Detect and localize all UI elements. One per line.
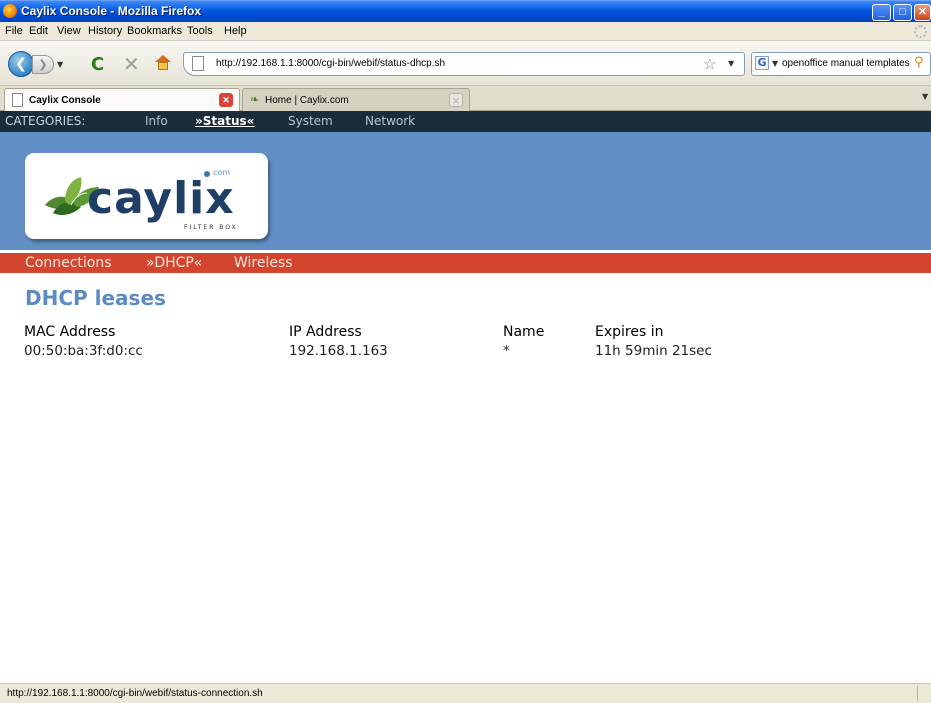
column-header-mac: MAC Address bbox=[24, 324, 116, 340]
search-engine-dropdown-icon[interactable]: ▼ bbox=[772, 59, 778, 68]
logo-tagline: FILTER BOX bbox=[184, 224, 238, 231]
subnav-connections[interactable]: Connections bbox=[25, 255, 112, 271]
maximize-button[interactable]: □ bbox=[893, 4, 912, 21]
page-favicon-icon bbox=[192, 56, 204, 71]
search-magnifier-icon[interactable]: ⚲ bbox=[914, 55, 924, 70]
lease-ip: 192.168.1.163 bbox=[289, 343, 388, 359]
home-icon[interactable] bbox=[155, 55, 171, 70]
tab-home-caylix[interactable]: ❧ Home | Caylix.com ✕ bbox=[242, 88, 470, 111]
close-window-button[interactable]: ✕ bbox=[914, 4, 931, 21]
column-header-ip: IP Address bbox=[289, 324, 362, 340]
menu-file[interactable]: File bbox=[5, 25, 23, 37]
firefox-logo-icon bbox=[3, 4, 17, 18]
tab-label: Caylix Console bbox=[29, 95, 101, 106]
forward-button[interactable]: ❯ bbox=[32, 55, 54, 74]
logo-wordmark: caylix bbox=[87, 173, 235, 224]
lease-expires: 11h 59min 21sec bbox=[595, 343, 712, 359]
lease-mac: 00:50:ba:3f:d0:cc bbox=[24, 343, 143, 359]
menu-help[interactable]: Help bbox=[224, 25, 247, 37]
tab-label: Home | Caylix.com bbox=[265, 95, 349, 106]
resize-grip[interactable] bbox=[917, 686, 930, 701]
subnav-dhcp[interactable]: »DHCP« bbox=[146, 255, 202, 271]
reload-icon[interactable]: C bbox=[91, 54, 104, 75]
search-input[interactable]: openoffice manual templates bbox=[782, 58, 910, 69]
menu-bar: File Edit View History Bookmarks Tools H… bbox=[0, 22, 931, 41]
url-dropdown-icon[interactable]: ▼ bbox=[728, 59, 734, 68]
address-bar[interactable]: http://192.168.1.1:8000/cgi-bin/webif/st… bbox=[183, 52, 745, 76]
search-box[interactable]: G ▼ openoffice manual templates ⚲ bbox=[751, 52, 931, 76]
caylix-logo[interactable]: caylix com FILTER BOX bbox=[25, 153, 268, 239]
category-status[interactable]: »Status« bbox=[195, 114, 254, 128]
window-title: Caylix Console - Mozilla Firefox bbox=[21, 4, 202, 18]
menu-history[interactable]: History bbox=[88, 25, 122, 37]
throbber-icon bbox=[914, 25, 927, 38]
menu-bookmarks[interactable]: Bookmarks bbox=[127, 25, 182, 37]
categories-bar: CATEGORIES: Info »Status« System Network bbox=[0, 111, 931, 132]
stop-icon[interactable]: ✕ bbox=[123, 52, 140, 76]
status-subnav: Connections »DHCP« Wireless bbox=[0, 253, 931, 273]
tab-bar: Caylix Console ✕ ❧ Home | Caylix.com ✕ bbox=[0, 86, 931, 112]
category-network[interactable]: Network bbox=[365, 114, 415, 128]
menu-tools[interactable]: Tools bbox=[187, 25, 213, 37]
google-search-engine-icon[interactable]: G bbox=[755, 56, 769, 70]
window-title-bar[interactable]: Caylix Console - Mozilla Firefox _ □ ✕ bbox=[0, 0, 931, 22]
header-banner: caylix com FILTER BOX bbox=[0, 132, 931, 250]
page-tab-icon bbox=[12, 93, 23, 107]
navigation-toolbar: ❮ ❯ ▼ C ✕ http://192.168.1.1:8000/cgi-bi… bbox=[0, 41, 931, 86]
logo-dotcom: com bbox=[213, 168, 231, 177]
categories-label: CATEGORIES: bbox=[5, 114, 86, 128]
history-dropdown-icon[interactable]: ▼ bbox=[57, 60, 63, 69]
page-title: DHCP leases bbox=[25, 286, 166, 310]
column-header-expires: Expires in bbox=[595, 324, 664, 340]
lease-name: * bbox=[503, 343, 510, 359]
menu-edit[interactable]: Edit bbox=[29, 25, 48, 37]
tab-list-dropdown-icon[interactable]: ▼ bbox=[922, 92, 928, 101]
minimize-button[interactable]: _ bbox=[872, 4, 891, 21]
caylix-favicon-icon: ❧ bbox=[250, 94, 260, 106]
tab-caylix-console[interactable]: Caylix Console ✕ bbox=[4, 88, 240, 112]
menu-view[interactable]: View bbox=[57, 25, 81, 37]
subnav-wireless[interactable]: Wireless bbox=[234, 255, 293, 271]
logo-dot-icon bbox=[204, 171, 210, 177]
status-text: http://192.168.1.1:8000/cgi-bin/webif/st… bbox=[7, 688, 263, 699]
page-viewport: CATEGORIES: Info »Status« System Network… bbox=[0, 111, 931, 683]
back-button[interactable]: ❮ bbox=[8, 51, 34, 77]
status-bar: http://192.168.1.1:8000/cgi-bin/webif/st… bbox=[0, 683, 931, 703]
category-system[interactable]: System bbox=[288, 114, 333, 128]
category-info[interactable]: Info bbox=[145, 114, 168, 128]
close-tab-icon[interactable]: ✕ bbox=[449, 93, 463, 107]
column-header-name: Name bbox=[503, 324, 545, 340]
close-tab-icon[interactable]: ✕ bbox=[219, 93, 233, 107]
address-url[interactable]: http://192.168.1.1:8000/cgi-bin/webif/st… bbox=[216, 58, 445, 69]
bookmark-star-icon[interactable]: ☆ bbox=[703, 55, 716, 73]
